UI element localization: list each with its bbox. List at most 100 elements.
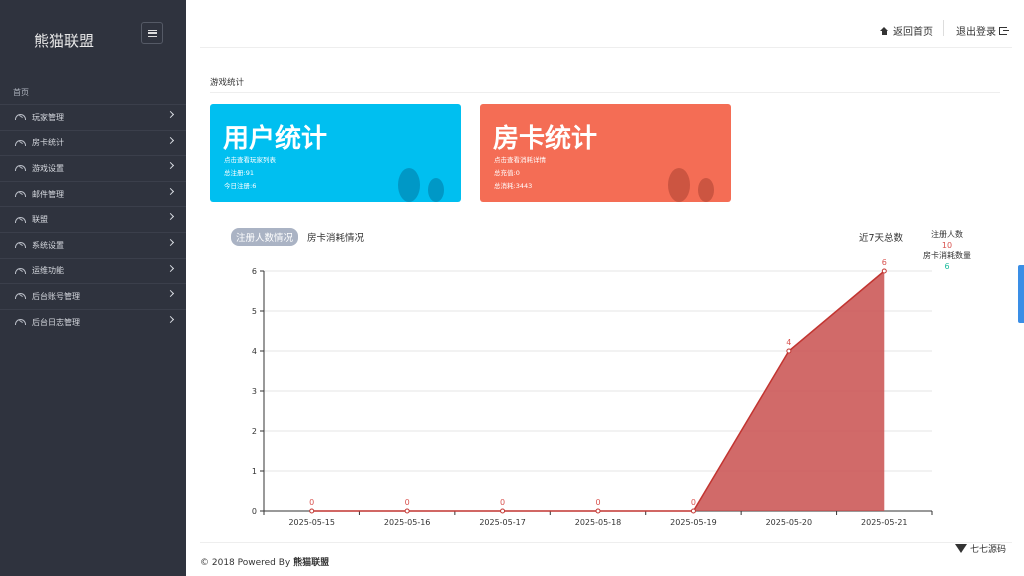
data-point xyxy=(404,508,410,514)
sidebar-item-label: 系统设置 xyxy=(32,240,64,250)
hamburger-icon xyxy=(147,29,157,37)
sidebar-item-label: 运维功能 xyxy=(32,266,64,276)
sidebar-brand: 熊猫联盟 xyxy=(34,32,95,50)
dashboard-icon xyxy=(15,293,26,300)
y-tick-label: 0 xyxy=(252,507,257,516)
x-tick-label: 2025-05-18 xyxy=(575,518,622,527)
user-card-link[interactable]: 点击查看玩家列表 xyxy=(224,154,276,164)
sidebar-item-label: 后台账号管理 xyxy=(32,291,80,301)
room-card-recharge: 总充值:0 xyxy=(494,169,520,177)
register-area-chart: 0 1 2 3 4 5 6 0 0 0 0 0 4 6 2025-05-15 2025-05-16 2025-0… xyxy=(252,258,933,527)
dashboard-icon xyxy=(15,139,26,146)
user-card-today: 今日注册:6 xyxy=(224,182,257,190)
chevron-right-icon xyxy=(166,315,175,323)
sidebar-item-label: 房卡统计 xyxy=(32,138,64,148)
footprint-icon xyxy=(668,168,690,202)
sidebar-item[interactable]: 联盟 xyxy=(0,206,186,232)
chevron-right-icon xyxy=(166,187,175,195)
data-label: 0 xyxy=(595,498,600,507)
footprint-icon xyxy=(428,178,444,202)
sidebar-item-label: 邮件管理 xyxy=(32,189,64,199)
chevron-right-icon xyxy=(166,264,175,272)
side-float-tab[interactable] xyxy=(1018,265,1024,323)
week-total-label: 近7天总数 xyxy=(859,233,904,244)
room-card-link[interactable]: 点击查看消耗详情 xyxy=(494,154,546,164)
x-tick-label: 2025-05-15 xyxy=(288,518,335,527)
x-tick-label: 2025-05-21 xyxy=(861,518,908,527)
sidebar-nav: 玩家管理房卡统计游戏设置邮件管理联盟系统设置运维功能后台账号管理 后台日志管理 xyxy=(0,104,186,334)
copyright: © 2018 Powered By 熊猫联盟 xyxy=(200,555,329,568)
x-tick-label: 2025-05-17 xyxy=(479,518,525,527)
data-label: 4 xyxy=(786,338,791,347)
chevron-right-icon xyxy=(166,238,175,247)
user-card-total: 总注册:91 xyxy=(224,169,254,177)
logout-icon xyxy=(999,26,1009,35)
section-title: 游戏统计 xyxy=(210,78,245,88)
footprint-icon xyxy=(398,168,420,202)
home-link-label: 返回首页 xyxy=(893,27,933,38)
footer: © 2018 Powered By 熊猫联盟 xyxy=(200,542,1012,576)
watermark-logo-icon xyxy=(955,544,967,553)
y-tick-label: 2 xyxy=(252,427,257,436)
room-card-consume: 总消耗:3443 xyxy=(494,182,533,190)
sidebar-item[interactable]: 运维功能 xyxy=(0,257,186,284)
x-tick-label: 2025-05-20 xyxy=(766,518,813,527)
data-point xyxy=(595,508,601,514)
user-stats-card[interactable]: 用户统计 点击查看玩家列表 总注册:91 今日注册:6 xyxy=(210,104,461,202)
sidebar-item[interactable]: 邮件管理 xyxy=(0,180,186,207)
tab-register[interactable]: 注册人数情况 xyxy=(231,228,299,246)
chevron-right-icon xyxy=(166,290,175,298)
home-icon xyxy=(880,26,888,35)
sidebar-item[interactable]: 玩家管理 xyxy=(0,104,186,130)
tab-room-consume[interactable]: 房卡消耗情况 xyxy=(302,228,369,246)
room-card-stats-card[interactable]: 房卡统计 点击查看消耗详情 总充值:0 总消耗:3443 xyxy=(480,104,731,202)
section-divider xyxy=(210,92,1000,93)
data-point xyxy=(690,508,696,514)
reg-count-value: 10 xyxy=(941,240,953,250)
sidebar-item-label: 后台日志管理 xyxy=(32,317,80,327)
menu-toggle-button[interactable] xyxy=(141,22,163,44)
y-tick-label: 6 xyxy=(252,267,257,276)
sidebar: 熊猫联盟 首页 玩家管理房卡统计游戏设置邮件管理联盟系统设置运维功能后台账号管理… xyxy=(0,0,186,576)
user-card-title: 用户统计 xyxy=(223,124,328,154)
data-point xyxy=(500,508,506,514)
x-tick-label: 2025-05-16 xyxy=(384,518,431,527)
data-point xyxy=(786,348,792,354)
data-label: 0 xyxy=(309,498,314,507)
sidebar-item[interactable]: 后台日志管理 xyxy=(0,308,186,335)
dashboard-icon xyxy=(15,242,26,249)
sidebar-item[interactable]: 系统设置 xyxy=(0,231,186,258)
reg-count-label: 注册人数 xyxy=(931,230,963,239)
watermark-text: 七七源码 xyxy=(970,545,1007,555)
data-point xyxy=(309,508,315,514)
data-label: 0 xyxy=(500,498,505,507)
dashboard-icon xyxy=(15,165,26,172)
chart-tabs: 注册人数情况 房卡消耗情况 xyxy=(231,228,373,246)
copyright-prefix: © 2018 Powered By xyxy=(200,558,294,568)
dashboard-icon xyxy=(15,216,26,223)
data-label: 0 xyxy=(691,498,696,507)
sidebar-item[interactable]: 房卡统计 xyxy=(0,129,186,156)
sidebar-item-label: 联盟 xyxy=(32,215,48,225)
topbar-divider xyxy=(943,20,944,36)
y-tick-label: 3 xyxy=(252,387,257,396)
sidebar-home-label[interactable]: 首页 xyxy=(13,87,29,98)
home-link[interactable]: 返回首页 xyxy=(880,23,933,38)
chevron-right-icon xyxy=(166,110,175,119)
y-tick-label: 1 xyxy=(252,467,257,476)
data-label: 6 xyxy=(882,258,887,267)
room-card-title: 房卡统计 xyxy=(493,124,598,154)
x-tick-label: 2025-05-19 xyxy=(670,518,717,527)
chevron-right-icon xyxy=(166,136,175,144)
dashboard-icon xyxy=(15,319,26,326)
chevron-right-icon xyxy=(166,162,175,170)
sidebar-item-label: 玩家管理 xyxy=(32,112,64,122)
logout-link-label: 退出登录 xyxy=(956,27,996,38)
y-tick-label: 5 xyxy=(252,307,257,316)
dashboard-icon xyxy=(15,191,26,198)
data-point xyxy=(881,268,887,274)
sidebar-item[interactable]: 游戏设置 xyxy=(0,155,186,181)
logout-link[interactable]: 退出登录 xyxy=(956,23,1009,38)
y-tick-label: 4 xyxy=(252,347,257,356)
sidebar-item[interactable]: 后台账号管理 xyxy=(0,283,186,309)
